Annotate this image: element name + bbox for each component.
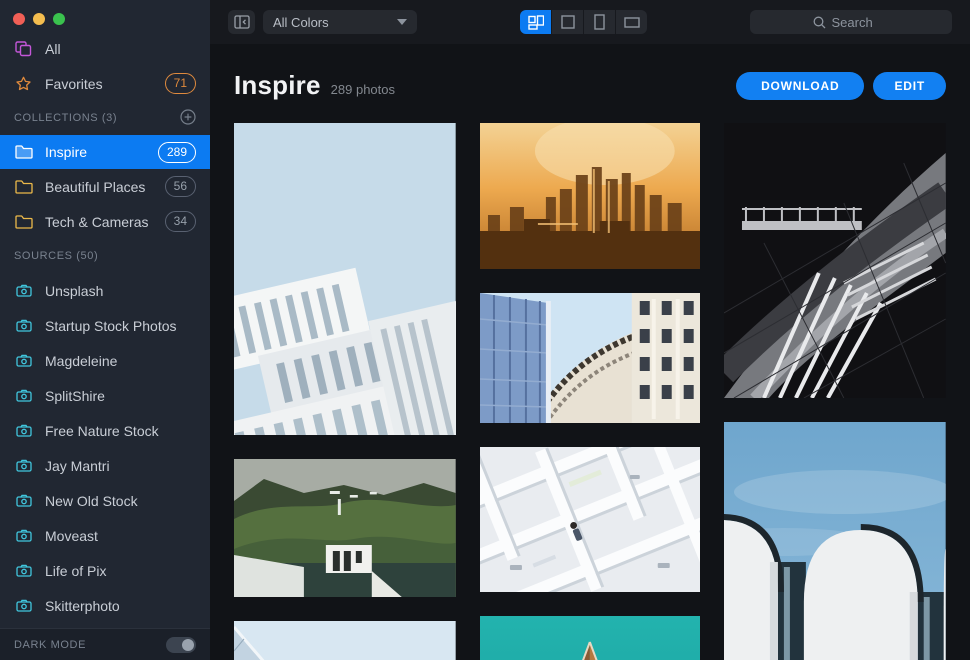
sidebar-item-label: Jay Mantri: [45, 458, 110, 474]
photo-white-gallery-topdown[interactable]: [480, 447, 701, 592]
sidebar-item-label: Favorites: [45, 76, 103, 92]
toggle-knob: [182, 639, 194, 651]
count-badge: 56: [165, 176, 196, 197]
sidebar-item-label: Startup Stock Photos: [45, 318, 177, 334]
sidebar-item-all[interactable]: All: [0, 31, 210, 66]
page-title: Inspire: [234, 70, 321, 101]
folder-icon: [14, 214, 33, 230]
sidebar-item-moveast[interactable]: Moveast: [0, 518, 210, 553]
sidebar-item-tech-cameras[interactable]: Tech & Cameras 34: [0, 204, 210, 239]
portrait-view-icon: [594, 14, 605, 30]
camera-icon: [14, 598, 33, 614]
download-button[interactable]: DOWNLOAD: [736, 72, 864, 100]
minimize-window-button[interactable]: [33, 13, 45, 25]
sidebar-item-label: Tech & Cameras: [45, 214, 148, 230]
camera-icon: [14, 318, 33, 334]
window-controls: [0, 0, 210, 25]
search-input[interactable]: [832, 15, 890, 30]
sidebar-item-label: Life of Pix: [45, 563, 106, 579]
sidebar-item-unsplash[interactable]: Unsplash: [0, 273, 210, 308]
masonry-view-icon: [528, 15, 544, 30]
masonry-view-button[interactable]: [520, 10, 551, 34]
folder-icon: [14, 144, 33, 160]
sidebar-item-label: Free Nature Stock: [45, 423, 159, 439]
photo-teal-pyramid[interactable]: [480, 616, 701, 660]
dark-mode-label: DARK MODE: [14, 639, 86, 651]
sidebar-item-inspire[interactable]: Inspire 289: [0, 135, 210, 169]
camera-icon: [14, 458, 33, 474]
sidebar-item-label: Moveast: [45, 528, 98, 544]
square-view-icon: [561, 15, 575, 29]
sidebar-item-skitterphoto[interactable]: Skitterphoto: [0, 588, 210, 623]
portrait-view-button[interactable]: [584, 10, 615, 34]
sidebar-item-label: Magdeleine: [45, 353, 117, 369]
color-filter-dropdown[interactable]: All Colors: [263, 10, 417, 34]
add-collection-button[interactable]: [180, 109, 196, 128]
count-badge: 34: [165, 211, 196, 232]
sidebar-item-new-old-stock[interactable]: New Old Stock: [0, 483, 210, 518]
sidebar-item-label: SplitShire: [45, 388, 105, 404]
sidebar-item-favorites[interactable]: Favorites 71: [0, 66, 210, 101]
page-header: Inspire 289 photos DOWNLOAD EDIT: [210, 44, 970, 101]
folder-icon: [14, 179, 33, 195]
sidebar-item-magdeleine[interactable]: Magdeleine: [0, 343, 210, 378]
sidebar-item-beautiful-places[interactable]: Beautiful Places 56: [0, 169, 210, 204]
count-badge: 71: [165, 73, 196, 94]
photo-count: 289 photos: [331, 82, 395, 97]
camera-icon: [14, 388, 33, 404]
camera-icon: [14, 493, 33, 509]
collapse-sidebar-button[interactable]: [228, 10, 255, 34]
photo-mountain-valley[interactable]: [234, 459, 456, 597]
landscape-view-icon: [624, 17, 640, 28]
sidebar-item-life-of-pix[interactable]: Life of Pix: [0, 553, 210, 588]
camera-icon: [14, 528, 33, 544]
search-icon: [813, 16, 826, 29]
count-badge: 289: [158, 142, 196, 163]
sources-section-header: SOURCES (50): [0, 239, 210, 273]
sidebar-item-jay-mantri[interactable]: Jay Mantri: [0, 448, 210, 483]
collections-section-header: COLLECTIONS (3): [0, 101, 210, 135]
camera-icon: [14, 283, 33, 299]
landscape-view-button[interactable]: [616, 10, 647, 34]
photo-grid: [210, 101, 970, 660]
dark-mode-toggle[interactable]: [166, 637, 196, 653]
photo-white-building[interactable]: [234, 123, 456, 435]
sidebar-item-label: Inspire: [45, 144, 87, 160]
sidebar-item-startup-stock-photos[interactable]: Startup Stock Photos: [0, 308, 210, 343]
view-mode-switcher: [520, 10, 647, 34]
overlapping-squares-icon: [14, 41, 33, 57]
dark-mode-bar: DARK MODE: [0, 628, 210, 660]
sidebar-item-free-nature-stock[interactable]: Free Nature Stock: [0, 413, 210, 448]
chevron-down-icon: [397, 19, 407, 25]
sidebar-nav: All Favorites 71 COLLECTIONS (3): [0, 25, 210, 628]
sidebar-item-label: All: [45, 41, 61, 57]
sidebar: All Favorites 71 COLLECTIONS (3): [0, 0, 210, 660]
edit-button[interactable]: EDIT: [873, 72, 946, 100]
zoom-window-button[interactable]: [53, 13, 65, 25]
photo-orange-skyline[interactable]: [480, 123, 701, 269]
star-icon: [14, 76, 33, 92]
toolbar: All Colors: [210, 0, 970, 44]
camera-icon: [14, 353, 33, 369]
photo-bw-architecture[interactable]: [724, 123, 946, 398]
photo-glass-facade[interactable]: [234, 621, 456, 660]
color-filter-value: All Colors: [273, 15, 329, 30]
square-view-button[interactable]: [552, 10, 583, 34]
sidebar-item-label: Unsplash: [45, 283, 103, 299]
sidebar-item-splitshire[interactable]: SplitShire: [0, 378, 210, 413]
camera-icon: [14, 563, 33, 579]
close-window-button[interactable]: [13, 13, 25, 25]
sidebar-item-label: New Old Stock: [45, 493, 138, 509]
search-box[interactable]: [750, 10, 952, 34]
camera-icon: [14, 423, 33, 439]
panel-collapse-icon: [234, 15, 250, 29]
sidebar-item-label: Skitterphoto: [45, 598, 120, 614]
photo-blue-and-cream-buildings[interactable]: [480, 293, 701, 423]
main-content: Inspire 289 photos DOWNLOAD EDIT: [210, 44, 970, 660]
photo-white-arches[interactable]: [724, 422, 946, 660]
sidebar-item-label: Beautiful Places: [45, 179, 145, 195]
